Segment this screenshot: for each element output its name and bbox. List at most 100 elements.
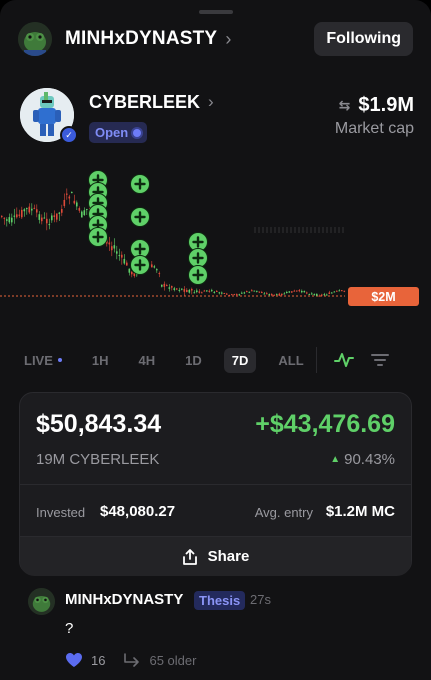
- candle-body: [191, 288, 193, 291]
- like-count: 16: [91, 652, 106, 668]
- candle-body: [308, 293, 311, 295]
- buy-marker-icon[interactable]: [88, 227, 108, 247]
- candle-body: [28, 206, 31, 213]
- swap-arrows-icon[interactable]: ⇆: [339, 97, 351, 114]
- candle-body: [331, 292, 333, 294]
- following-button[interactable]: Following: [314, 22, 413, 56]
- candle-body: [23, 209, 26, 212]
- candle-body: [26, 208, 28, 210]
- candle-body: [13, 215, 16, 217]
- pnl-percent-value: 90.43%: [344, 451, 395, 468]
- candle-body: [256, 290, 258, 292]
- filter-icon[interactable]: [367, 347, 393, 373]
- candle-body: [311, 293, 313, 295]
- candle-body: [281, 293, 283, 296]
- timeframe-selector: LIVE 1H 4H 1D 7D ALL: [16, 346, 416, 374]
- comment-item: MINHxDYNASTY Thesis 27s ? 16 65 older: [28, 586, 418, 680]
- candle-body: [271, 294, 273, 296]
- candle-body: [223, 293, 226, 295]
- price-tag-label: $2M: [371, 290, 395, 304]
- candle-body: [56, 213, 58, 220]
- candle-body: [171, 286, 173, 288]
- candle-body: [118, 255, 121, 257]
- profile-username[interactable]: MINHxDYNASTY: [65, 28, 217, 50]
- tab-7d[interactable]: 7D: [223, 347, 257, 373]
- candle-body: [86, 208, 88, 210]
- thesis-badge: Thesis: [194, 591, 246, 610]
- tab-4h[interactable]: 4H: [131, 348, 164, 373]
- candle-body: [336, 290, 338, 292]
- live-dot-icon: [57, 358, 62, 362]
- older-replies-link[interactable]: 65 older: [123, 653, 196, 668]
- candle-body: [211, 290, 213, 292]
- buy-marker-icon[interactable]: [188, 248, 208, 268]
- candle-body: [81, 211, 83, 218]
- token-sheet: MINHxDYNASTY › Following ✓ CYBERLEEK › O…: [0, 0, 431, 680]
- tab-live[interactable]: LIVE: [16, 348, 70, 373]
- candle-body: [76, 202, 78, 207]
- candle-body: [66, 193, 68, 195]
- candle-body: [326, 294, 328, 296]
- avatar[interactable]: [28, 588, 55, 615]
- candle-body: [303, 290, 306, 293]
- candle-body: [163, 283, 166, 287]
- candle-body: [111, 246, 113, 251]
- candle-body: [113, 245, 116, 249]
- candle-body: [196, 290, 198, 293]
- candle-body: [291, 291, 293, 293]
- user-avatar[interactable]: [18, 22, 52, 56]
- candle-body: [206, 290, 208, 292]
- candle-body: [293, 290, 296, 292]
- candle-body: [16, 214, 18, 218]
- candle-body: [43, 217, 46, 219]
- tab-1d[interactable]: 1D: [177, 348, 210, 373]
- buy-marker-icon[interactable]: [130, 255, 150, 275]
- candle-body: [278, 293, 281, 296]
- comment-author[interactable]: MINHxDYNASTY: [65, 591, 183, 608]
- chevron-right-icon[interactable]: ›: [225, 29, 231, 50]
- candle-body: [21, 209, 23, 218]
- candle-body: [268, 294, 271, 296]
- buy-marker-icon[interactable]: [130, 207, 150, 227]
- candle-body: [253, 290, 256, 292]
- tab-all[interactable]: ALL: [270, 348, 311, 373]
- sheet-drag-handle[interactable]: [199, 10, 233, 14]
- candle-body: [48, 224, 51, 226]
- holdings-amount: 19M CYBERLEEK: [36, 451, 160, 468]
- candle-body: [126, 262, 128, 266]
- buy-marker-icon[interactable]: [188, 265, 208, 285]
- candle-body: [183, 289, 186, 292]
- position-card: $50,843.34 +$43,476.69 19M CYBERLEEK ▲ 9…: [19, 392, 412, 576]
- tab-label: LIVE: [24, 352, 53, 368]
- candle-body: [233, 294, 236, 296]
- line-chart-toggle-icon[interactable]: [331, 347, 357, 373]
- chevron-right-icon[interactable]: ›: [208, 92, 214, 112]
- candle-body: [258, 291, 261, 293]
- candle-body: [338, 290, 341, 292]
- share-button[interactable]: Share: [20, 536, 411, 576]
- candle-body: [33, 207, 36, 209]
- heart-icon[interactable]: [65, 652, 83, 668]
- market-cap-amount: $1.9M: [358, 94, 414, 116]
- candle-body: [176, 288, 178, 290]
- candle-body: [301, 290, 303, 293]
- price-chart[interactable]: $2M: [0, 155, 431, 325]
- candle-body: [153, 266, 156, 268]
- candle-body: [158, 273, 161, 275]
- candle-body: [68, 196, 71, 199]
- token-summary: ✓ CYBERLEEK › Open ⇆ $1.9M Market cap: [20, 88, 414, 148]
- candle-body: [238, 294, 241, 296]
- older-label: 65 older: [149, 652, 197, 668]
- candle-body: [181, 288, 183, 290]
- token-name[interactable]: CYBERLEEK: [89, 92, 200, 113]
- share-label: Share: [207, 548, 250, 565]
- candle-body: [188, 289, 191, 293]
- market-cap-value[interactable]: ⇆ $1.9M: [339, 94, 414, 117]
- tab-1h[interactable]: 1H: [84, 348, 117, 373]
- candle-body: [38, 214, 41, 220]
- candle-body: [216, 290, 218, 292]
- buy-marker-icon[interactable]: [130, 174, 150, 194]
- candle-body: [298, 290, 301, 292]
- candle-body: [276, 294, 278, 296]
- candle-body: [131, 271, 133, 275]
